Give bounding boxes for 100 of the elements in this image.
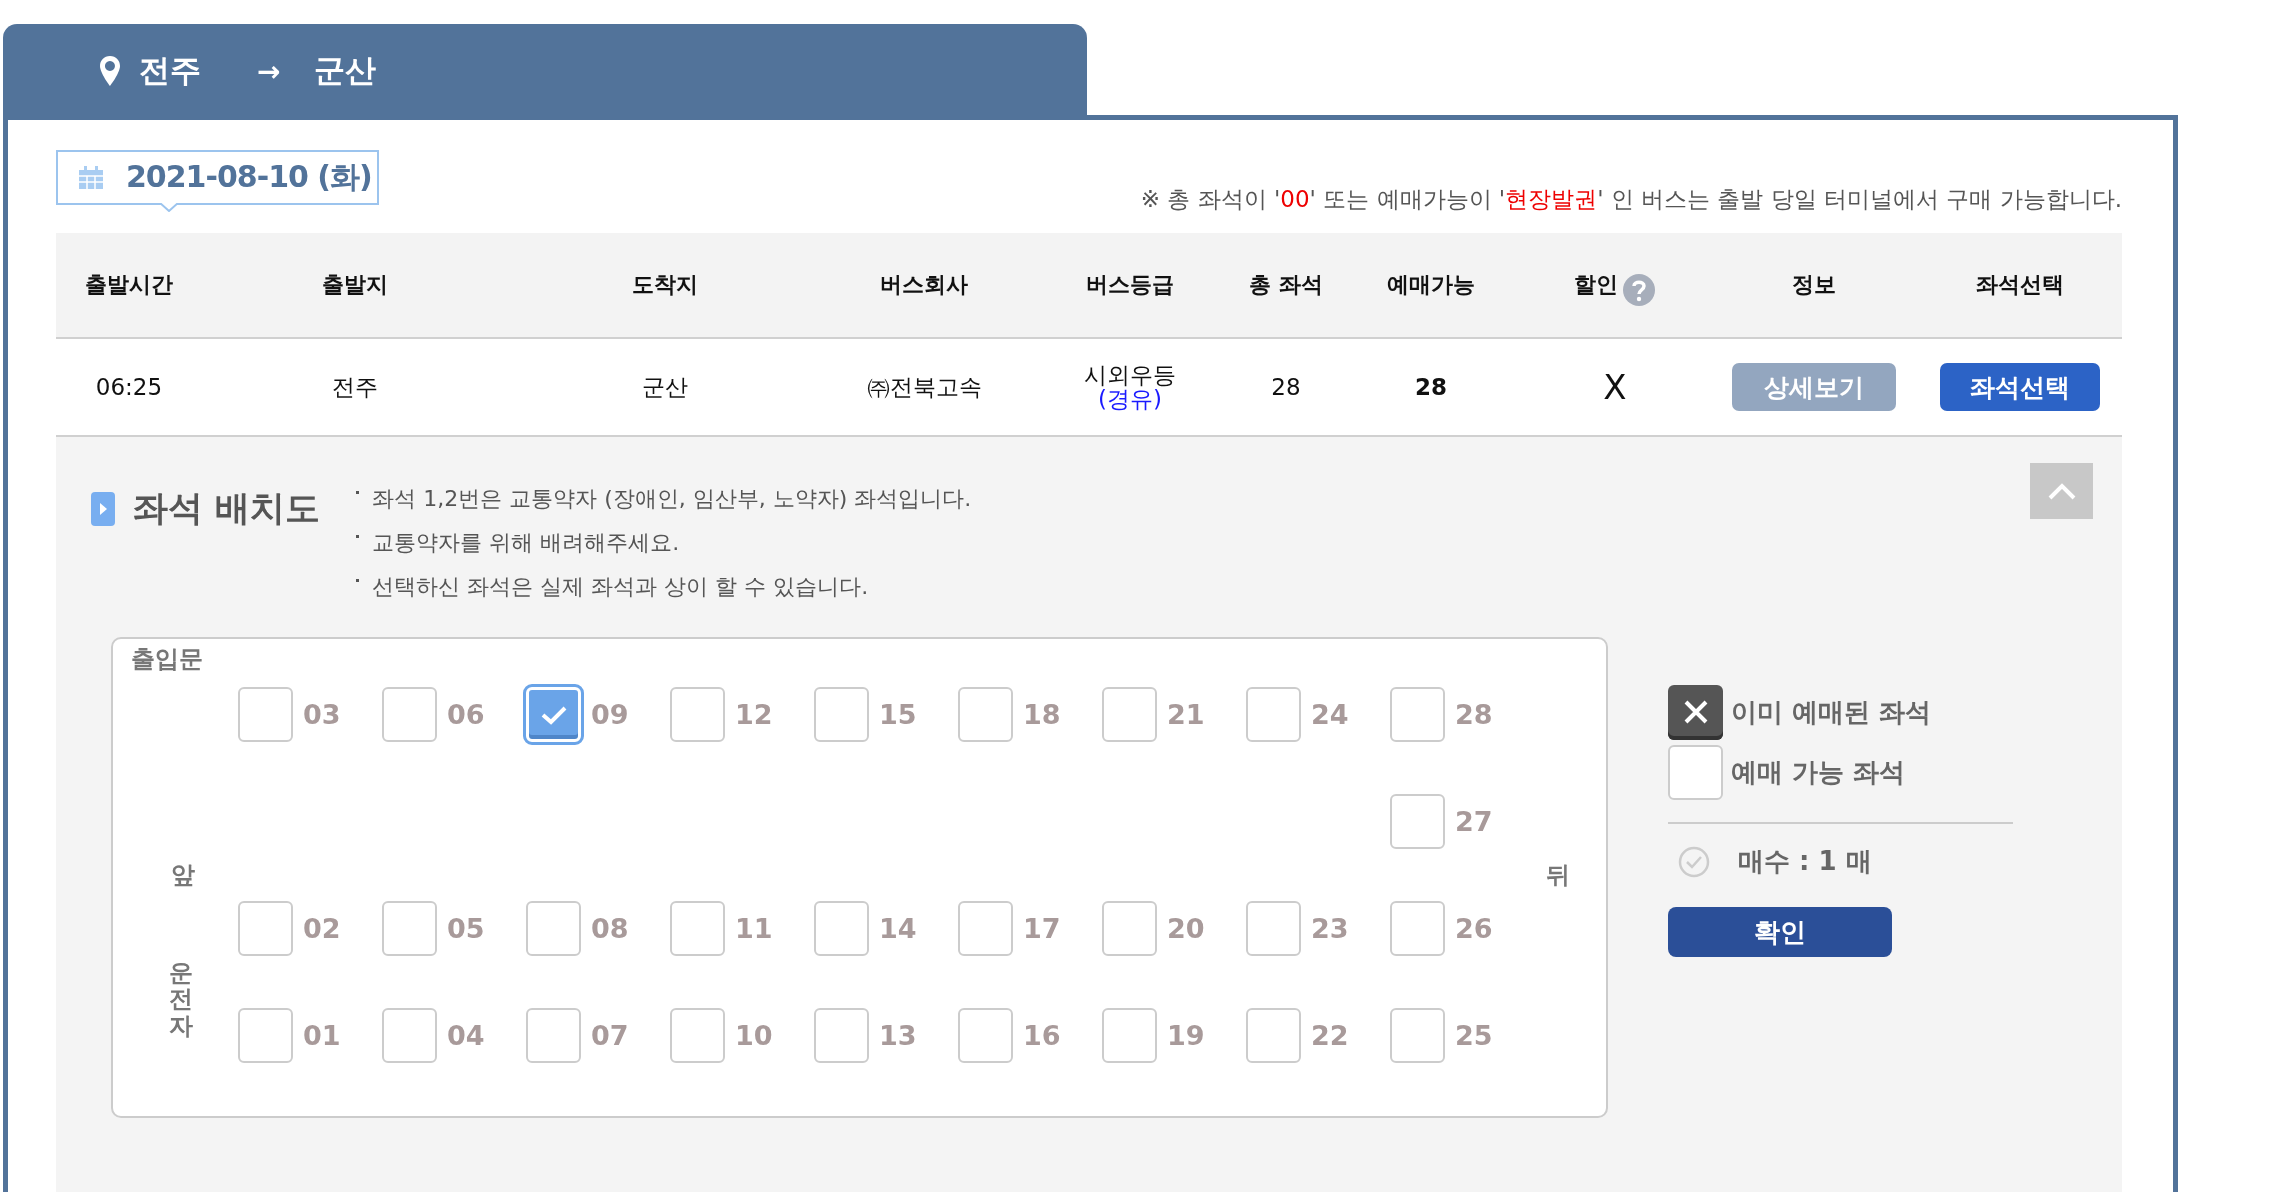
seat-number: 24	[1311, 699, 1349, 730]
destination-cell-text: 군산	[642, 372, 688, 402]
seat-checkbox[interactable]	[814, 901, 869, 956]
notice-text: ※ 총 좌석이 '00' 또는 예매가능이 '현장발권' 인 버스는 출발 당일 터미널에서 구매 가능합니다.	[1140, 185, 2122, 214]
departure-time: 06:25	[95, 374, 163, 400]
door-label: 출입문	[131, 644, 204, 675]
confirm-button[interactable]: 확인	[1668, 907, 1892, 957]
seat-number: 10	[735, 1020, 773, 1051]
origin-cell-text: 전주	[332, 372, 378, 402]
help-icon[interactable]	[1622, 273, 1656, 307]
note-text: 선택하신 좌석은 실제 좌석과 상이 할 수 있습니다.	[356, 565, 972, 609]
seat-number: 19	[1167, 1020, 1205, 1051]
column-header: 총 좌석	[1249, 271, 1323, 299]
column-header: 버스등급	[1086, 271, 1174, 299]
column-header: 출발지	[322, 271, 388, 299]
seat-checkbox[interactable]	[238, 1008, 293, 1063]
column-header: 할인	[1574, 271, 1618, 299]
pointer-triangle	[160, 203, 178, 212]
grade-note: (경유)	[1098, 387, 1162, 412]
legend-label: 예매 가능 좌석	[1731, 755, 1906, 789]
seat-number: 05	[447, 913, 485, 944]
seat-checkbox[interactable]	[670, 1008, 725, 1063]
column-header: 정보	[1792, 271, 1836, 299]
total-seats: 28	[1271, 374, 1301, 400]
seat-checkbox[interactable]	[382, 687, 437, 742]
chevron-up-icon	[2046, 482, 2077, 500]
seat-number: 20	[1167, 913, 1205, 944]
x-icon	[1682, 699, 1709, 725]
seat-number: 13	[879, 1020, 917, 1051]
seat-checkbox[interactable]	[238, 901, 293, 956]
seat-number: 02	[303, 913, 341, 944]
seat-checkbox[interactable]	[1246, 1008, 1301, 1063]
legend-label: 이미 예매된 좌석	[1731, 695, 1932, 729]
seat-number: 16	[1023, 1020, 1061, 1051]
column-header: 도착지	[632, 271, 698, 299]
check-circle-icon	[1678, 845, 1710, 878]
seat-checkbox[interactable]	[1390, 901, 1445, 956]
seat-number: 23	[1311, 913, 1349, 944]
seat-number: 22	[1311, 1020, 1349, 1051]
seat-checkbox[interactable]	[958, 901, 1013, 956]
seat-checkbox[interactable]	[1390, 687, 1445, 742]
seat-checkbox[interactable]	[958, 1008, 1013, 1063]
seat-checkbox[interactable]	[526, 901, 581, 956]
column-header: 좌석선택	[1976, 271, 2064, 299]
column-header: 예매가능	[1387, 271, 1475, 299]
note-text: 좌석 1,2번은 교통약자 (장애인, 임산부, 노약자) 좌석입니다.	[356, 477, 972, 521]
destination-city: 군산	[314, 51, 377, 90]
origin-city: 전주	[139, 51, 201, 90]
seat-number: 12	[735, 699, 773, 730]
discount-cell: X	[1603, 367, 1627, 407]
seat-number: 03	[303, 699, 341, 730]
seat-select-button[interactable]: 좌석선택	[1940, 363, 2100, 411]
seat-checkbox[interactable]	[382, 901, 437, 956]
seat-checkbox[interactable]	[382, 1008, 437, 1063]
seat-checkbox[interactable]	[814, 1008, 869, 1063]
ticket-count: 매수 : 1 매	[1738, 845, 1872, 878]
seat-checkbox[interactable]	[1102, 901, 1157, 956]
seat-checkbox[interactable]	[958, 687, 1013, 742]
seat-checkbox[interactable]	[1246, 901, 1301, 956]
seat-number: 11	[735, 913, 773, 944]
route-arrow: →	[257, 54, 281, 88]
seat-checkbox[interactable]	[1102, 687, 1157, 742]
column-header: 출발시간	[85, 271, 173, 299]
note-text: 교통약자를 위해 배려해주세요.	[356, 521, 972, 565]
seat-checkbox[interactable]	[1102, 1008, 1157, 1063]
collapse-button[interactable]	[2030, 463, 2093, 519]
seat-number: 21	[1167, 699, 1205, 730]
section-title: 좌석 배치도	[133, 487, 321, 530]
seat-number: 14	[879, 913, 917, 944]
seat-number: 09	[591, 699, 629, 730]
column-header: 버스회사	[880, 271, 968, 299]
seat-checkbox[interactable]	[1390, 794, 1445, 849]
seat-checkbox[interactable]	[1246, 687, 1301, 742]
seat-checkbox[interactable]	[526, 1008, 581, 1063]
seat-number: 26	[1455, 913, 1493, 944]
seat-checkbox[interactable]	[670, 901, 725, 956]
seat-number: 06	[447, 699, 485, 730]
bus-grade: 시외우등	[1084, 362, 1176, 387]
seat-number: 15	[879, 699, 917, 730]
company-cell-text: ㈜전북고속	[866, 372, 982, 402]
front-label: 앞	[171, 860, 196, 891]
available-seats: 28	[1415, 374, 1447, 400]
seat-number: 08	[591, 913, 629, 944]
seat-number: 17	[1023, 913, 1061, 944]
seat-number: 04	[447, 1020, 485, 1051]
date-selector[interactable]: 2021-08-10 (화)	[56, 150, 379, 205]
available-seat-swatch	[1668, 744, 1723, 800]
seat-checkbox[interactable]	[1390, 1008, 1445, 1063]
seat-checkbox[interactable]	[670, 687, 725, 742]
seat-number: 07	[591, 1020, 629, 1051]
rear-label: 뒤	[1546, 860, 1571, 891]
calendar-icon	[78, 165, 104, 190]
seat-number: 01	[303, 1020, 341, 1051]
seat-number: 28	[1455, 699, 1493, 730]
seat-checkbox[interactable]	[814, 687, 869, 742]
driver-label: 운전자	[169, 960, 193, 1040]
seat-checkbox[interactable]	[238, 687, 293, 742]
seat-number: 27	[1455, 806, 1493, 837]
seat-number: 25	[1455, 1020, 1493, 1051]
location-pin-icon	[99, 55, 121, 87]
